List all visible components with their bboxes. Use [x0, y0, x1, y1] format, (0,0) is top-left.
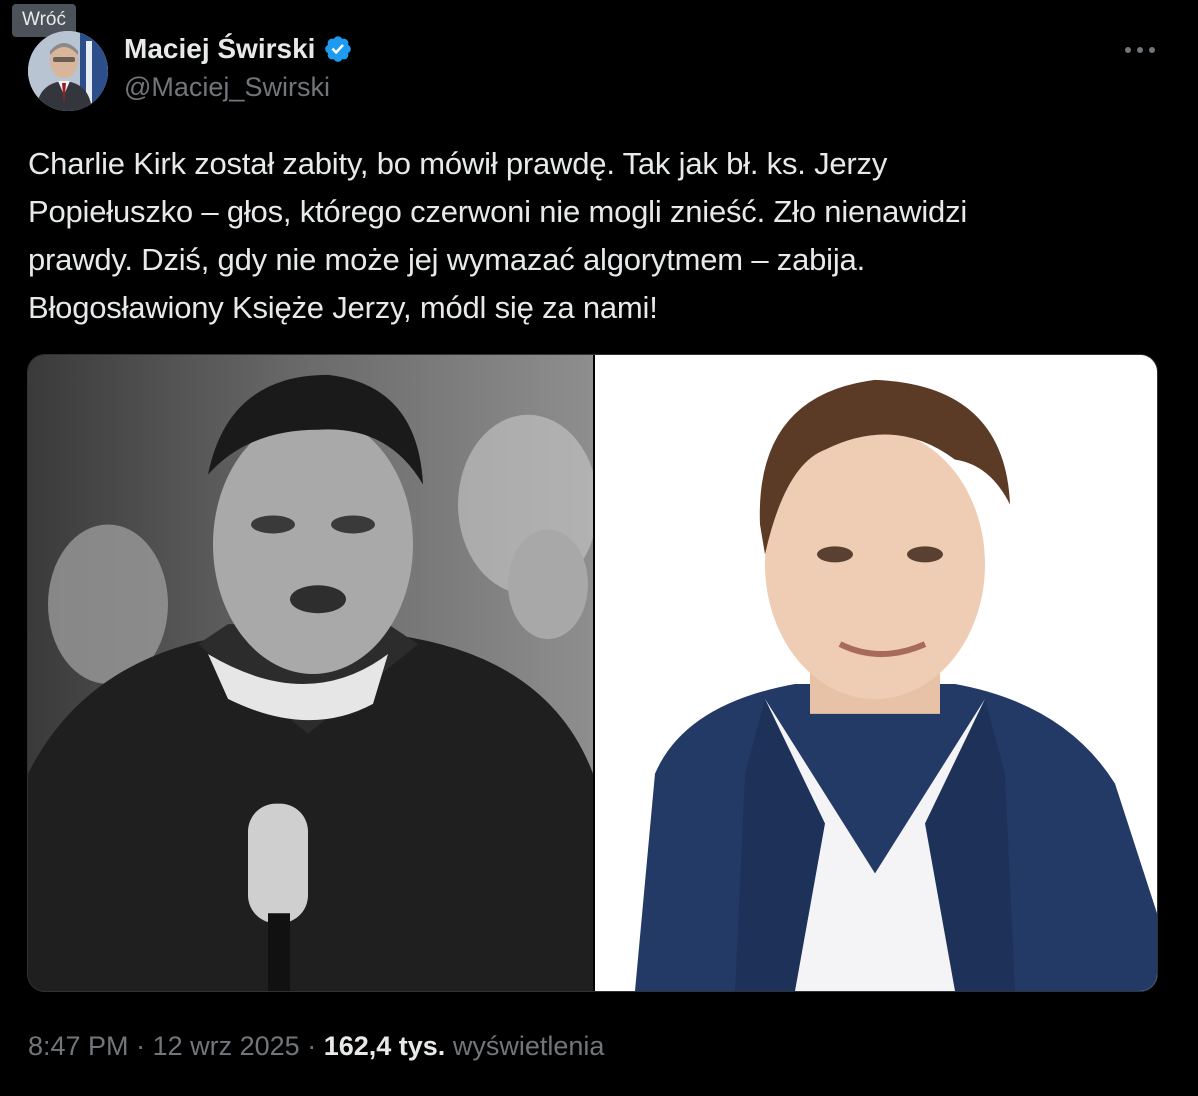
tweet-text-line: Błogosławiony Księże Jerzy, módl się za …	[28, 290, 658, 325]
more-horizontal-icon[interactable]	[1120, 36, 1160, 64]
author-display-name[interactable]: Maciej Świrski	[124, 30, 315, 68]
media-image-right[interactable]	[595, 355, 1157, 991]
views-label: wyświetlenia	[452, 1031, 605, 1061]
avatar[interactable]	[28, 31, 108, 111]
tweet-date[interactable]: 12 wrz 2025	[153, 1031, 300, 1061]
portrait-photo	[595, 355, 1157, 991]
author-name-row: Maciej Świrski	[124, 30, 353, 68]
tweet-page: Wróć Maciej Świrski @Maciej_Swirski Char…	[0, 0, 1198, 1096]
tweet-media[interactable]	[27, 354, 1158, 992]
meta-separator: ·	[136, 1031, 146, 1061]
media-image-left[interactable]	[28, 355, 593, 991]
avatar-photo	[28, 31, 108, 111]
tweet-meta: 8:47 PM · 12 wrz 2025 · 162,4 tys. wyświ…	[28, 1028, 604, 1064]
tweet-text: Charlie Kirk został zabity, bo mówił pra…	[28, 140, 1168, 332]
author-handle[interactable]: @Maciej_Swirski	[124, 70, 353, 104]
tweet-text-line: Popiełuszko – głos, którego czerwoni nie…	[28, 194, 968, 229]
tweet-time[interactable]: 8:47 PM	[28, 1031, 129, 1061]
views-count[interactable]: 162,4 tys.	[324, 1031, 446, 1061]
priest-photo	[28, 355, 593, 991]
meta-separator: ·	[307, 1031, 317, 1061]
tweet-text-line: prawdy. Dziś, gdy nie może jej wymazać a…	[28, 242, 865, 277]
author-block: Maciej Świrski @Maciej_Swirski	[124, 30, 353, 104]
tweet-text-line: Charlie Kirk został zabity, bo mówił pra…	[28, 146, 888, 181]
verified-badge-icon	[323, 34, 353, 64]
